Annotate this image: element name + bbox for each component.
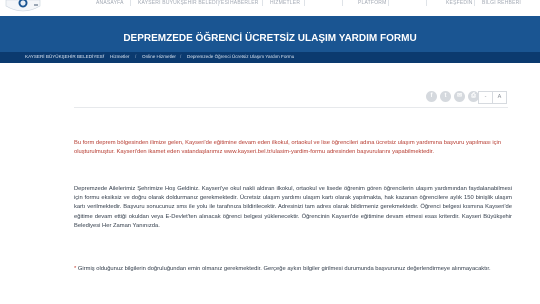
page-title: DEPREMZEDE ÖĞRENCİ ÜCRETSİZ ULAŞIM YARDI…: [123, 33, 417, 44]
breadcrumb-separator: /: [180, 54, 182, 59]
nav-item-services[interactable]: HİZMETLER: [270, 0, 300, 6]
breadcrumb-item-municipality[interactable]: KAYSERİ BÜYÜKŞEHİR BELEDİYESİ: [25, 54, 104, 59]
nav-divider: [426, 0, 427, 6]
twitter-icon[interactable]: t: [440, 91, 451, 102]
breadcrumb-separator: /: [135, 54, 137, 59]
font-size-control: - A: [478, 91, 507, 104]
breadcrumb-item-online-services[interactable]: Online Hizmetler: [142, 54, 176, 59]
facebook-icon[interactable]: f: [426, 91, 437, 102]
nav-divider: [388, 0, 389, 6]
accuracy-note-text: Girmiş olduğunuz bilgilerin doğruluğunda…: [77, 266, 491, 272]
nav-divider: [342, 0, 343, 6]
nav-item-info-guide[interactable]: BİLGİ REHBERİ: [482, 0, 521, 6]
top-navigation: ANASAYFA KAYSERİ BÜYÜKŞEHİR BELEDİYESİ H…: [0, 0, 540, 16]
page-header-band: DEPREMZEDE ÖĞRENCİ ÜCRETSİZ ULAŞIM YARDI…: [0, 16, 540, 52]
breadcrumb-item-services[interactable]: Hizmetler: [110, 54, 129, 59]
content-divider: [74, 107, 508, 108]
font-decrease-button[interactable]: -: [479, 92, 493, 103]
nav-item-municipality[interactable]: KAYSERİ BÜYÜKŞEHİR BELEDİYESİ: [138, 0, 230, 6]
nav-item-discover[interactable]: KEŞFEDİN: [446, 0, 473, 6]
nav-divider: [130, 0, 131, 6]
nav-item-platform[interactable]: PLATFORM: [358, 0, 386, 6]
font-increase-button[interactable]: A: [493, 92, 506, 103]
nav-divider: [262, 0, 263, 6]
nav-item-news[interactable]: HABERLER: [230, 0, 259, 6]
breadcrumb-item-current: Depremzede Öğrenci Ücretsiz Ulaşım Yardı…: [187, 54, 295, 59]
welcome-paragraph: Depremzede Ailelerimiz Şehrimize Hoş Gel…: [74, 186, 512, 229]
intro-notice: Bu form deprem bölgesinden ilimize gelen…: [74, 140, 502, 156]
breadcrumb: KAYSERİ BÜYÜKŞEHİR BELEDİYESİ / Hizmetle…: [0, 52, 540, 63]
nav-divider: [218, 0, 219, 6]
nav-divider: [474, 0, 475, 6]
nav-divider: [304, 0, 305, 6]
site-logo[interactable]: [0, 0, 46, 16]
breadcrumb-separator: /: [103, 54, 105, 59]
nav-item-home[interactable]: ANASAYFA: [96, 0, 124, 6]
required-star: *: [74, 266, 77, 272]
accuracy-note: * Girmiş olduğunuz bilgilerin doğruluğun…: [74, 265, 512, 274]
mail-icon[interactable]: ✉: [454, 91, 465, 102]
main-menu: ANASAYFA KAYSERİ BÜYÜKŞEHİR BELEDİYESİ H…: [96, 0, 540, 6]
